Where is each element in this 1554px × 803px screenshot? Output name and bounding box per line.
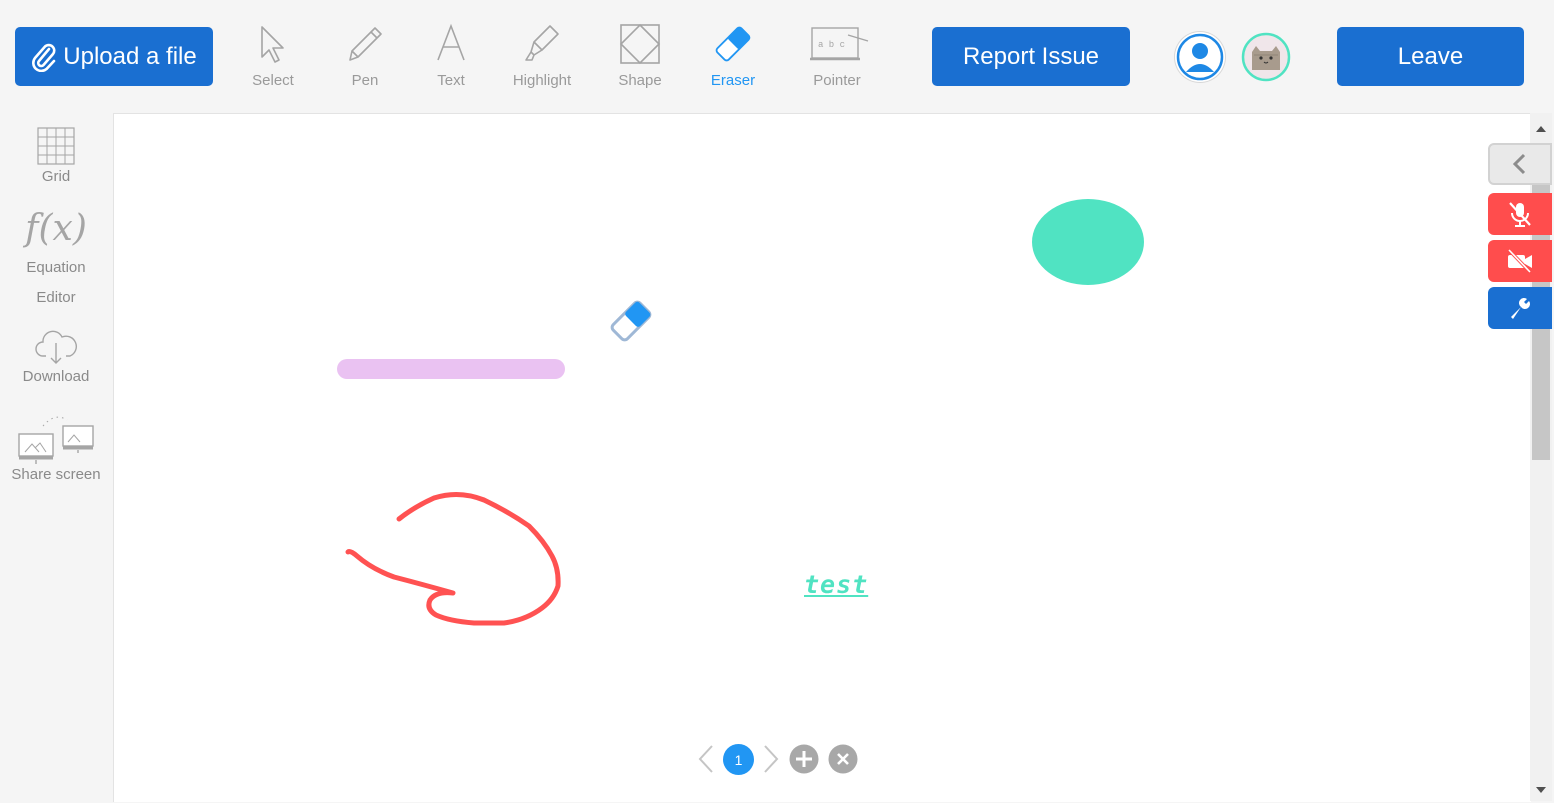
tool-select-label: Select [252,72,294,89]
whiteboard-canvas[interactable]: test 1 [113,113,1531,802]
prev-page-icon[interactable] [696,744,716,774]
function-icon: f(x) [25,208,87,249]
tool-select[interactable]: Select [233,22,313,96]
highlighter-icon [525,25,559,61]
wrench-icon [1511,298,1530,319]
grid-icon [37,127,75,165]
camera-off-button[interactable] [1488,240,1552,282]
leave-button[interactable]: Leave [1337,27,1524,86]
pointer-board-icon: a b c [810,27,869,61]
shape-icon [619,23,661,65]
chevron-left-icon [1512,153,1526,175]
pen-icon [349,27,382,61]
report-issue-button[interactable]: Report Issue [932,27,1130,86]
sidebar-equation-label-1: Equation [26,259,86,276]
delete-page-icon[interactable] [828,744,858,774]
collapse-panel-button[interactable] [1488,143,1552,185]
tool-eraser-label: Eraser [710,72,756,89]
mic-off-icon [1509,202,1531,227]
settings-tools-button[interactable] [1488,287,1552,329]
tool-pointer[interactable]: a b c Pointer [797,22,877,96]
person-icon [1176,33,1224,81]
pen-stroke[interactable] [345,492,561,626]
tool-pen[interactable]: Pen [325,22,405,96]
upload-file-label: Upload a file [63,42,197,70]
tool-eraser[interactable]: Eraser [693,22,773,96]
sidebar-download[interactable]: Download [0,326,112,392]
sidebar-equation-editor[interactable]: f(x) Equation Editor [0,205,112,313]
tool-text-label: Text [437,72,465,89]
current-page-badge[interactable]: 1 [723,744,754,775]
participant-avatar[interactable] [1241,32,1291,82]
tool-highlight[interactable]: Highlight [502,22,582,96]
board-text-item[interactable]: test [804,570,868,599]
tool-pen-label: Pen [351,72,379,89]
sidebar-grid-label: Grid [41,168,71,185]
cat-avatar-icon [1241,32,1291,82]
sidebar-grid[interactable]: Grid [0,126,112,192]
tool-text[interactable]: Text [411,22,491,96]
scroll-down-icon[interactable] [1530,779,1552,801]
user-avatar[interactable] [1175,32,1225,82]
scroll-up-icon[interactable] [1530,117,1552,139]
share-screen-icon [18,416,94,464]
text-a-icon [437,23,465,61]
eraser-icon [715,26,751,62]
video-off-icon [1507,248,1532,274]
sidebar-download-label: Download [22,368,90,385]
drawing-layer[interactable] [114,114,1531,802]
arrow-cursor-icon [261,26,284,63]
pointer-board-text: a b c [818,40,845,50]
tool-pointer-label: Pointer [813,72,861,89]
paperclip-icon [32,43,56,72]
drawn-ellipse[interactable] [1032,199,1144,285]
cloud-download-icon [35,330,77,364]
mute-mic-button[interactable] [1488,193,1552,235]
sidebar-share-screen[interactable]: Share screen [0,414,112,486]
add-page-icon[interactable] [789,744,819,774]
tool-highlight-label: Highlight [512,72,572,89]
sidebar-share-label: Share screen [11,466,101,483]
next-page-icon[interactable] [761,744,781,774]
eraser-cursor-icon [610,300,652,342]
sidebar-equation-label-2: Editor [36,289,76,306]
tool-shape-label: Shape [618,72,662,89]
upload-file-button[interactable]: Upload a file [15,27,213,86]
tool-shape[interactable]: Shape [600,22,680,96]
